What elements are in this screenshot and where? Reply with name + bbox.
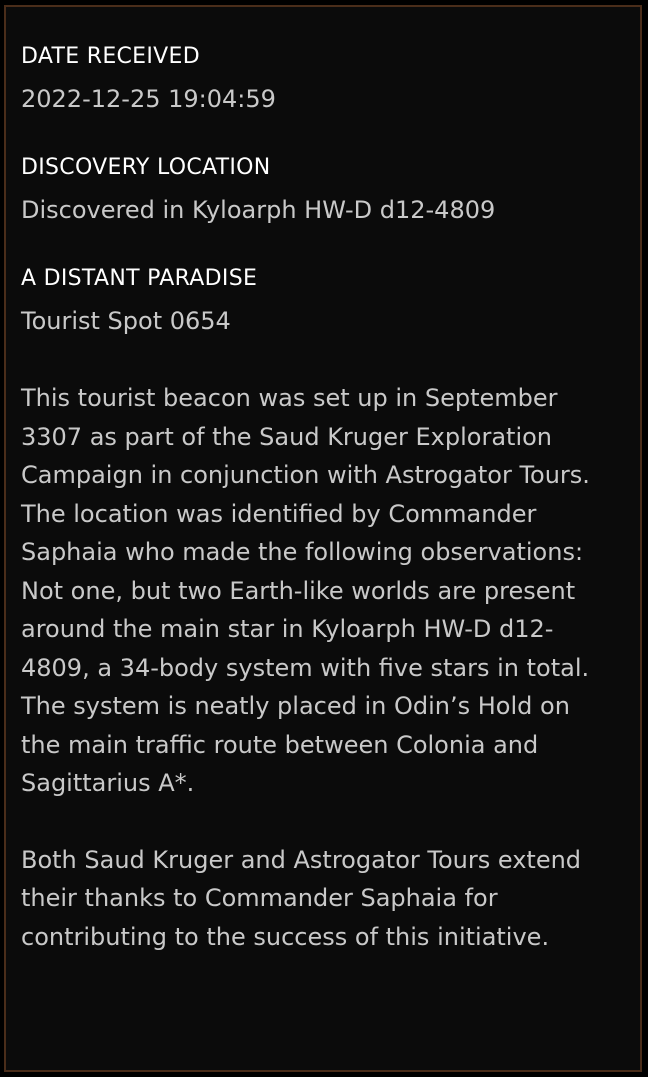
codex-entry-content: DATE RECEIVED 2022-12-25 19:04:59 DISCOV…: [21, 41, 626, 956]
discovery-location-heading: DISCOVERY LOCATION: [21, 155, 271, 180]
date-received-section: DATE RECEIVED 2022-12-25 19:04:59: [21, 41, 626, 115]
description-paragraph: This tourist beacon was set up in Septem…: [21, 384, 590, 797]
discovery-location-value: Discovered in Kyloarph HW-D d12-4809: [21, 196, 496, 224]
entry-section: A DISTANT PARADISE Tourist Spot 0654 Thi…: [21, 263, 626, 956]
description-paragraph: Both Saud Kruger and Astrogator Tours ex…: [21, 845, 582, 951]
date-received-heading: DATE RECEIVED: [21, 44, 200, 69]
discovery-location-section: DISCOVERY LOCATION Discovered in Kyloarp…: [21, 152, 626, 226]
codex-entry-panel: DATE RECEIVED 2022-12-25 19:04:59 DISCOV…: [4, 5, 642, 1072]
entry-subtitle: Tourist Spot 0654: [21, 307, 231, 335]
date-received-value: 2022-12-25 19:04:59: [21, 85, 276, 113]
entry-title: A DISTANT PARADISE: [21, 266, 258, 291]
entry-description: This tourist beacon was set up in Septem…: [21, 379, 626, 956]
